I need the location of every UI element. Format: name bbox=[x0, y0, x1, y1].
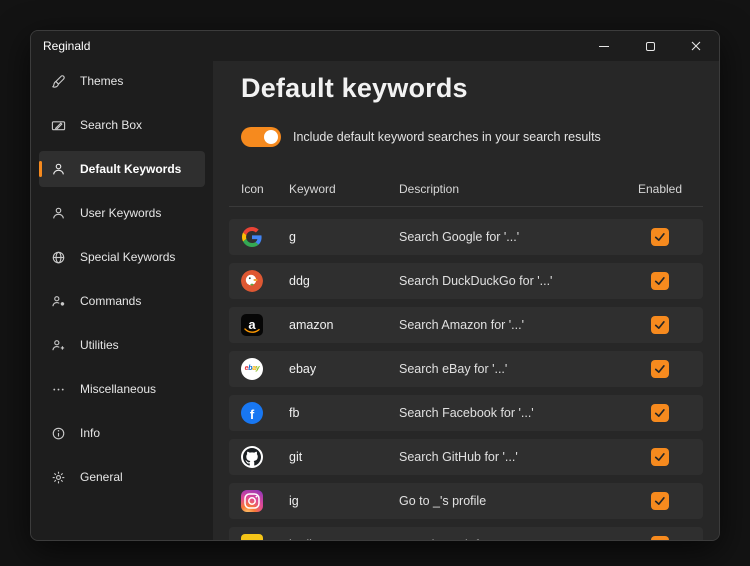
sidebar-item-label: Utilities bbox=[80, 338, 119, 352]
instagram-icon bbox=[241, 489, 263, 512]
keyword-cell: imdb bbox=[289, 538, 399, 540]
window-controls bbox=[581, 31, 719, 61]
column-header-keyword: Keyword bbox=[289, 181, 336, 196]
searchbox-icon bbox=[51, 120, 66, 130]
sidebar-item-default-keywords[interactable]: Default Keywords bbox=[39, 151, 205, 187]
column-header-enabled: Enabled bbox=[637, 181, 683, 196]
keyword-row-amazon: a amazon Search Amazon for '...' bbox=[229, 306, 703, 343]
keyword-cell: fb bbox=[289, 405, 300, 420]
imdb-icon: IMDb bbox=[241, 533, 263, 540]
sidebar-item-label: User Keywords bbox=[80, 206, 162, 220]
keyword-row-facebook: f fb Search Facebook for '...' bbox=[229, 394, 703, 431]
sidebar-item-special-keywords[interactable]: Special Keywords bbox=[39, 239, 205, 275]
info-icon bbox=[52, 427, 65, 439]
person-icon bbox=[53, 163, 64, 175]
window-title: Reginald bbox=[43, 39, 91, 53]
duckduckgo-icon bbox=[241, 269, 263, 292]
close-icon bbox=[691, 41, 701, 51]
person-plus-icon bbox=[52, 339, 65, 350]
person-icon bbox=[53, 207, 64, 219]
minimize-icon bbox=[599, 45, 609, 47]
facebook-icon: f bbox=[241, 401, 263, 424]
brush-icon bbox=[51, 74, 65, 88]
maximize-button[interactable] bbox=[627, 31, 673, 61]
keyword-cell: g bbox=[289, 229, 296, 244]
enabled-checkbox[interactable] bbox=[651, 447, 669, 466]
keyword-cell: amazon bbox=[289, 317, 334, 332]
ebay-icon: ebay bbox=[241, 357, 263, 380]
keyword-cell: git bbox=[289, 449, 303, 464]
sidebar-item-search-box[interactable]: Search Box bbox=[39, 107, 205, 143]
sidebar-item-user-keywords[interactable]: User Keywords bbox=[39, 195, 205, 231]
column-header-icon: Icon bbox=[241, 181, 264, 196]
enabled-checkbox[interactable] bbox=[651, 403, 669, 422]
sidebar-item-utilities[interactable]: Utilities bbox=[39, 327, 205, 363]
description-cell: Go to _'s profile bbox=[399, 493, 487, 508]
enabled-checkbox[interactable] bbox=[651, 227, 669, 246]
keyword-row-github: git Search GitHub for '...' bbox=[229, 438, 703, 475]
keyword-row-ebay: ebay ebay Search eBay for '...' bbox=[229, 350, 703, 387]
facebook-letter: f bbox=[249, 406, 255, 422]
sidebar-item-label: Special Keywords bbox=[80, 250, 176, 264]
ebay-letter: y bbox=[255, 365, 260, 373]
sidebar-item-label: General bbox=[80, 470, 123, 484]
amazon-icon: a bbox=[241, 313, 263, 336]
keyword-row-duckduckgo: ddg Search DuckDuckGo for '...' bbox=[229, 262, 703, 299]
keyword-list[interactable]: g Search Google for '...' ddg Search Duc… bbox=[229, 218, 703, 540]
titlebar: Reginald bbox=[31, 31, 719, 61]
sidebar-item-commands[interactable]: Commands bbox=[39, 283, 205, 319]
keyword-row-instagram: ig Go to _'s profile bbox=[229, 482, 703, 519]
sidebar-item-label: Themes bbox=[80, 74, 124, 88]
maximize-icon bbox=[645, 41, 655, 51]
selected-indicator bbox=[39, 161, 42, 177]
sidebar-item-general[interactable]: General bbox=[39, 459, 205, 495]
sidebar-item-miscellaneous[interactable]: Miscellaneous bbox=[39, 371, 205, 407]
enabled-checkbox[interactable] bbox=[651, 491, 669, 510]
main-content: Default keywords Include default keyword… bbox=[213, 61, 719, 540]
description-cell: Search Facebook for '...' bbox=[399, 405, 534, 420]
sidebar-item-label: Default Keywords bbox=[80, 162, 182, 176]
close-button[interactable] bbox=[673, 31, 719, 61]
gear-icon bbox=[52, 471, 65, 483]
person-star-icon bbox=[52, 295, 65, 306]
github-icon bbox=[241, 445, 263, 468]
sidebar-item-themes[interactable]: Themes bbox=[39, 63, 205, 99]
sidebar-item-label: Commands bbox=[80, 294, 142, 308]
sidebar: Themes Search Box Default Keywords User … bbox=[31, 61, 213, 540]
keyword-row-google: g Search Google for '...' bbox=[229, 218, 703, 255]
enabled-checkbox[interactable] bbox=[651, 271, 669, 290]
globe-icon bbox=[52, 251, 65, 263]
enabled-checkbox[interactable] bbox=[651, 359, 669, 378]
desktop-background: Reginald Themes Search Box Default Keywo… bbox=[0, 0, 750, 566]
table-header: Icon Keyword Description Enabled bbox=[229, 182, 703, 207]
description-cell: Search eBay for '...' bbox=[399, 361, 508, 376]
description-cell: Search Amazon for '...' bbox=[399, 317, 524, 332]
page-title: Default keywords bbox=[241, 73, 468, 103]
sidebar-item-info[interactable]: Info bbox=[39, 415, 205, 451]
description-cell: Search GitHub for '...' bbox=[399, 449, 518, 464]
keyword-row-imdb: IMDb imdb Search IMDb for '...' bbox=[229, 526, 703, 540]
enabled-checkbox[interactable] bbox=[651, 315, 669, 334]
google-icon bbox=[241, 226, 263, 248]
toggle-knob bbox=[264, 129, 278, 144]
enabled-checkbox[interactable] bbox=[651, 535, 669, 540]
toggle-label: Include default keyword searches in your… bbox=[293, 129, 601, 144]
keyword-cell: ddg bbox=[289, 273, 310, 288]
app-window: Reginald Themes Search Box Default Keywo… bbox=[30, 30, 720, 541]
description-cell: Search Google for '...' bbox=[399, 229, 520, 244]
include-defaults-toggle[interactable] bbox=[241, 126, 281, 147]
description-cell: Search DuckDuckGo for '...' bbox=[399, 273, 553, 288]
ellipsis-icon bbox=[53, 388, 64, 390]
minimize-button[interactable] bbox=[581, 31, 627, 61]
include-defaults-row: Include default keyword searches in your… bbox=[241, 126, 703, 148]
keyword-cell: ebay bbox=[289, 361, 317, 376]
sidebar-item-label: Search Box bbox=[80, 118, 143, 132]
description-cell: Search IMDb for '...' bbox=[399, 538, 629, 540]
column-header-description: Description bbox=[399, 181, 460, 196]
sidebar-item-label: Info bbox=[80, 426, 101, 440]
sidebar-item-label: Miscellaneous bbox=[80, 382, 157, 396]
keyword-cell: ig bbox=[289, 493, 299, 508]
